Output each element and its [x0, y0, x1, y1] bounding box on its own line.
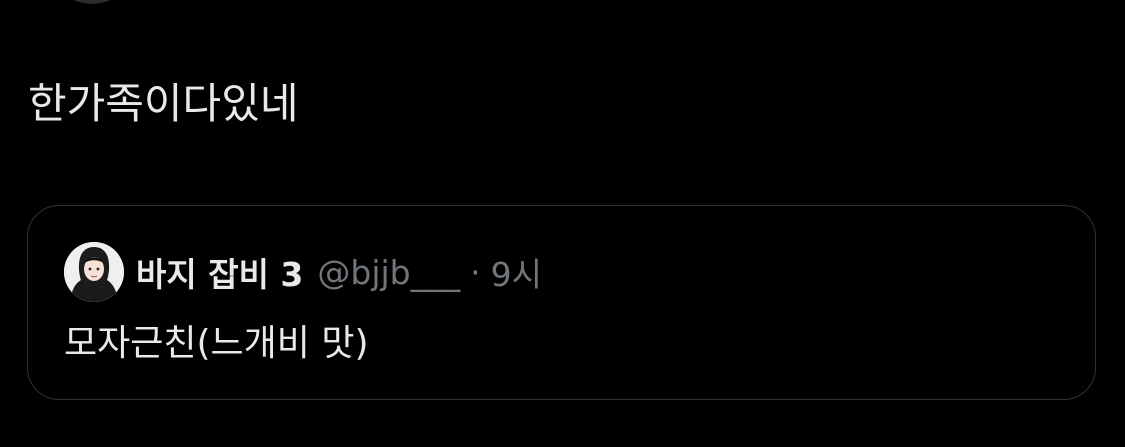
display-name[interactable]: 바지 잡비 3 — [136, 248, 303, 296]
user-avatar-icon[interactable] — [64, 242, 124, 302]
timestamp[interactable]: 9시 — [491, 248, 542, 296]
quoted-tweet-card[interactable]: 바지 잡비 3 @bjjb___ · 9시 모자근친(느개비 맛) — [27, 205, 1096, 400]
separator-dot: · — [470, 252, 481, 292]
previous-avatar-edge — [62, 0, 122, 4]
tweet-text: 한가족이다있네 — [28, 79, 299, 128]
user-handle[interactable]: @bjjb___ — [317, 253, 460, 292]
quoted-tweet-text: 모자근친(느개비 맛) — [64, 323, 369, 364]
quoted-tweet-header: 바지 잡비 3 @bjjb___ · 9시 — [64, 240, 542, 304]
